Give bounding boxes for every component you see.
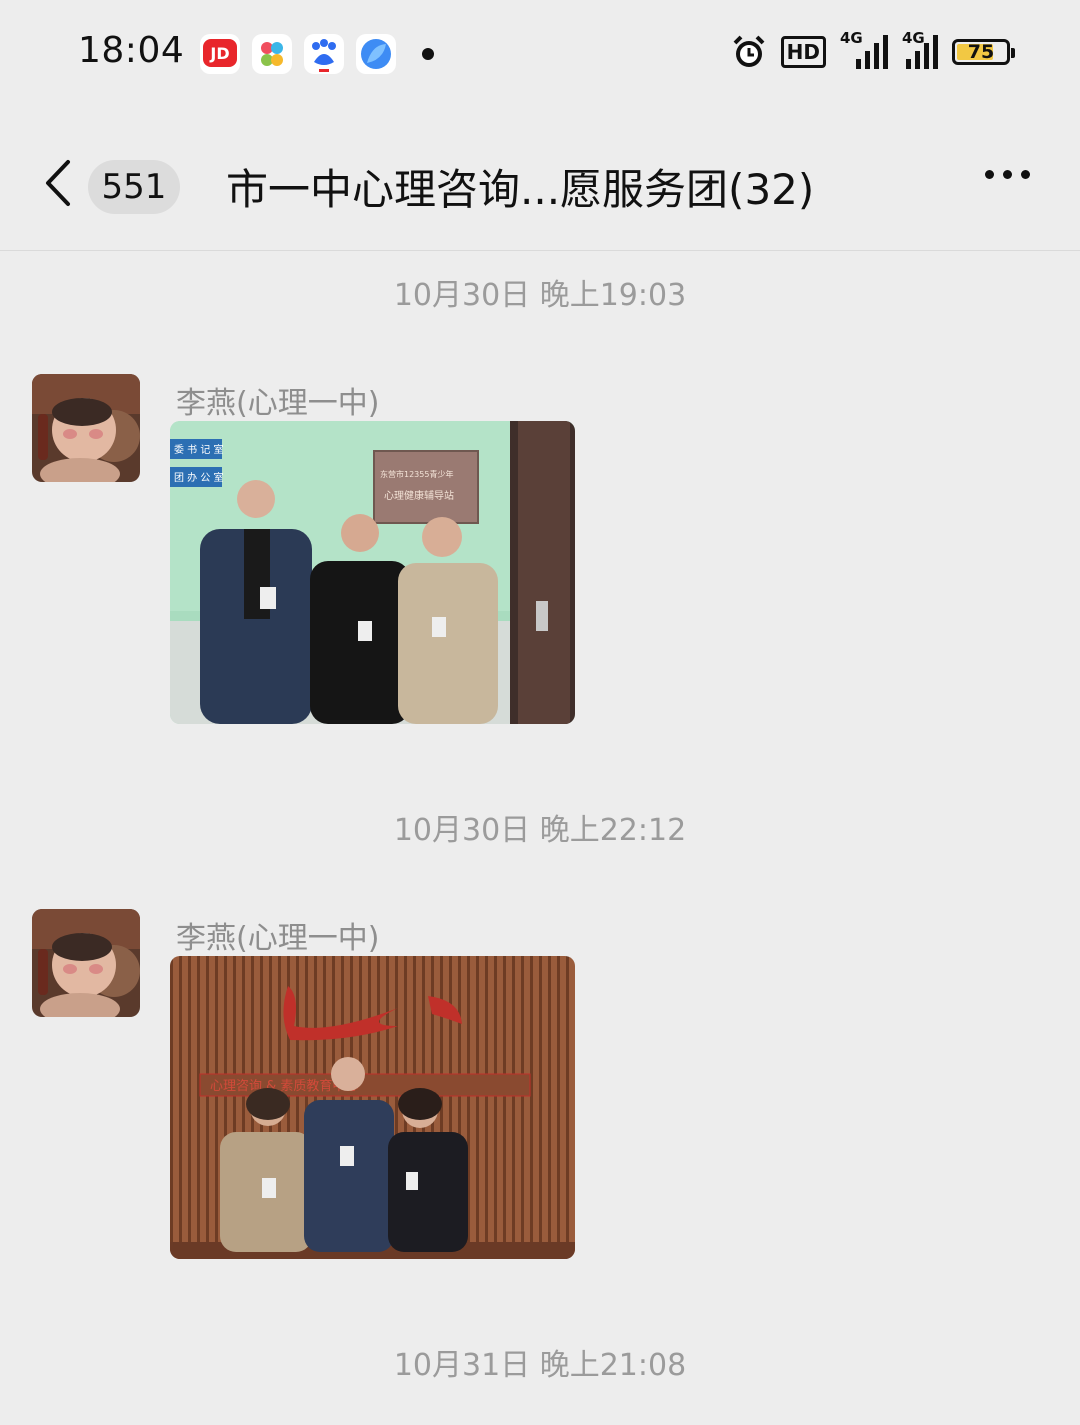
status-bar: 18:04 JD HD 4G 4G 75 (0, 0, 1080, 108)
message-timestamp: 10月31日 晚上21:08 (393, 1348, 687, 1383)
more-dot-icon (1003, 170, 1012, 179)
chat-header: 551 市一中心理咨询...愿服务团(32) (0, 108, 1080, 251)
signal-strength-icon: 4G (840, 29, 888, 69)
signal-strength-icon-2: 4G (902, 29, 938, 69)
more-notifications-dot (422, 48, 434, 60)
baidu-icon (304, 34, 344, 74)
flower-app-icon (252, 34, 292, 74)
sender-name: 李燕(心理一中) (176, 386, 380, 421)
photo-sign-text: 委 书 记 室 (174, 443, 224, 456)
battery-icon: 75 (952, 39, 1015, 65)
notification-app-icons: JD (200, 34, 434, 74)
sender-name: 李燕(心理一中) (176, 921, 380, 956)
more-dot-icon (985, 170, 994, 179)
back-button[interactable] (40, 158, 80, 208)
hd-voice-icon: HD (780, 36, 826, 68)
chat-photo[interactable]: 心理咨询 & 素质教育中心 (170, 956, 575, 1259)
blue-leaf-app-icon (356, 34, 396, 74)
chevron-left-icon (46, 160, 70, 206)
more-dot-icon (1021, 170, 1030, 179)
chat-photo[interactable]: 委 书 记 室 团 办 公 室 东营市12355青少年 心理健康辅导站 (170, 421, 575, 724)
photo-sign-text: 东营市12355青少年 (380, 469, 453, 479)
jd-1111-icon: JD (200, 34, 240, 74)
photo-sign-text: 团 办 公 室 (174, 471, 224, 484)
chat-title: 市一中心理咨询...愿服务团(32) (226, 165, 815, 214)
alarm-clock-icon (733, 35, 765, 67)
message-timestamp: 10月30日 晚上19:03 (393, 278, 687, 313)
avatar[interactable] (32, 909, 140, 1017)
svg-text:JD: JD (209, 44, 229, 63)
more-options-button[interactable] (985, 170, 1030, 179)
unread-count-badge[interactable]: 551 (88, 160, 180, 214)
status-time: 18:04 (78, 30, 185, 71)
system-status-icons: HD 4G 4G 75 (731, 29, 1015, 70)
avatar[interactable] (32, 374, 140, 482)
photo-sign-text: 心理健康辅导站 (384, 489, 454, 502)
message-timestamp: 10月30日 晚上22:12 (393, 813, 687, 848)
